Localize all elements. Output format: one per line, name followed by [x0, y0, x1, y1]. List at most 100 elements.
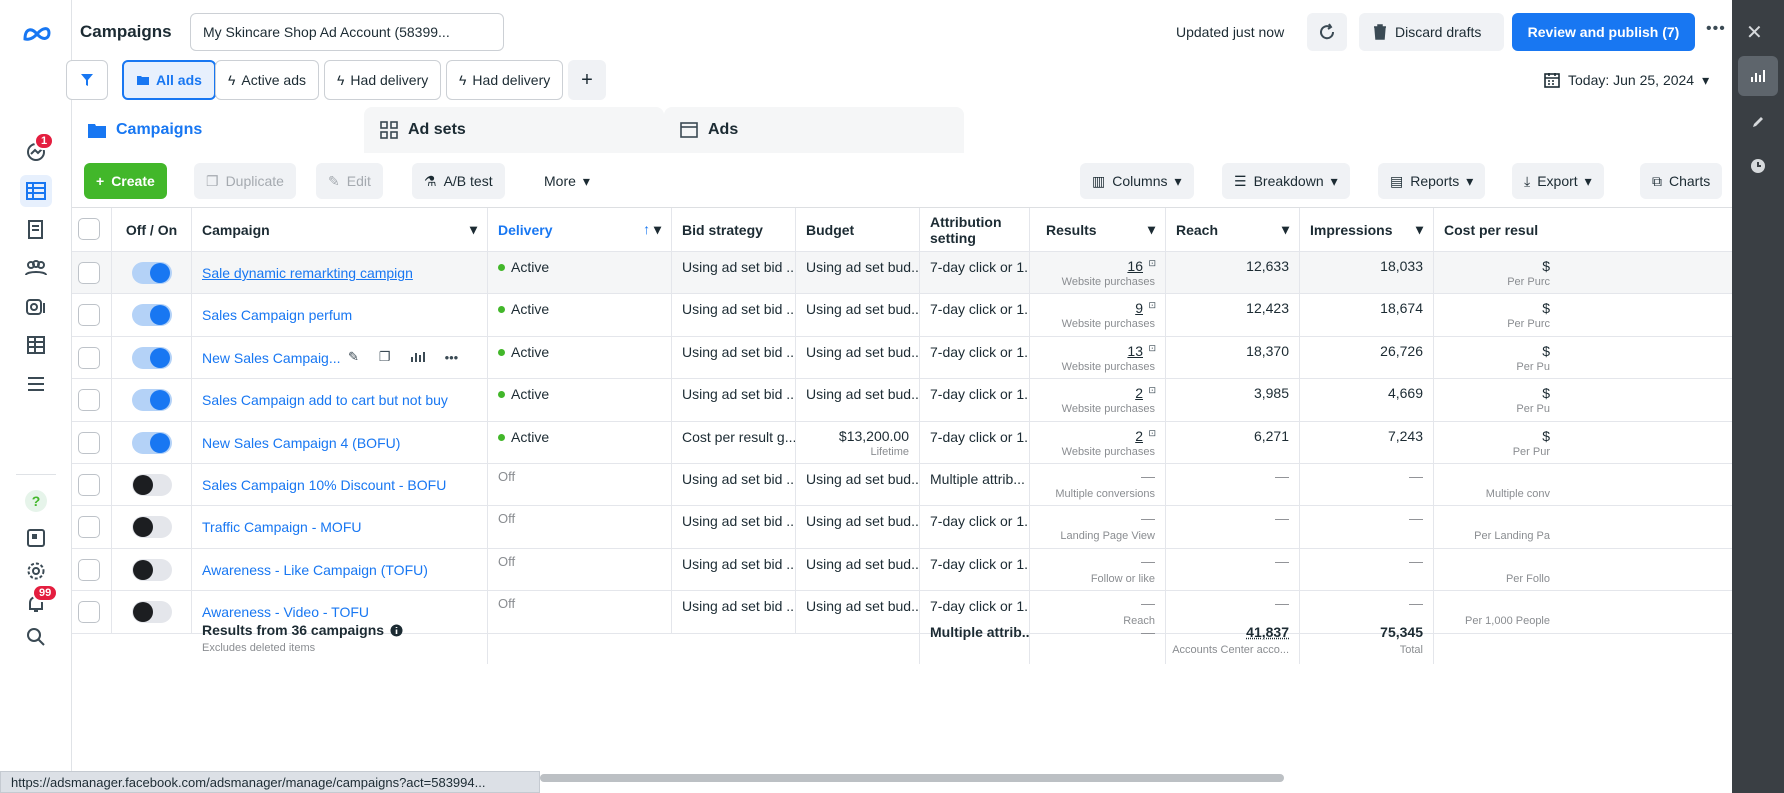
campaign-on-off-toggle[interactable] [132, 389, 172, 411]
all-ads-chip[interactable]: All ads [122, 60, 216, 100]
charts-panel-icon[interactable] [1738, 56, 1778, 96]
row-checkbox[interactable] [78, 304, 100, 326]
filter-button[interactable] [66, 60, 108, 100]
date-range-picker[interactable]: Today: Jun 25, 2024 ▾ [1544, 60, 1709, 100]
view-charts-icon[interactable] [410, 351, 425, 363]
table-row[interactable]: Traffic Campaign - MOFU Off Using ad set… [72, 506, 1732, 549]
history-clock-icon[interactable] [1738, 146, 1778, 186]
col-results[interactable]: Results ▾ [1030, 208, 1166, 251]
campaign-on-off-toggle[interactable] [132, 516, 172, 538]
active-ads-chip[interactable]: ϟ Active ads [215, 60, 320, 100]
info-icon[interactable] [390, 624, 403, 637]
campaigns-table-icon[interactable] [20, 175, 52, 207]
duplicate-button[interactable]: ❐ Duplicate [194, 163, 296, 199]
attribution-info-icon[interactable]: ⊡ [1148, 343, 1156, 354]
table-row[interactable]: Awareness - Like Campaign (TOFU) Off Usi… [72, 549, 1732, 591]
more-options-icon[interactable]: ••• [1706, 20, 1726, 38]
delivery-status: Off [498, 469, 516, 484]
table-row[interactable]: New Sales Campaign 4 (BOFU) Active Cost … [72, 422, 1732, 464]
horizontal-scrollbar[interactable] [540, 774, 1284, 782]
campaign-name-link[interactable]: Sales Campaign perfum [202, 307, 352, 323]
campaign-name-link[interactable]: New Sales Campaig... [202, 350, 341, 366]
campaign-on-off-toggle[interactable] [132, 304, 172, 326]
attribution-info-icon[interactable]: ⊡ [1148, 428, 1156, 439]
row-checkbox[interactable] [78, 262, 100, 284]
columns-button[interactable]: ▥ Columns ▾ [1080, 163, 1194, 199]
campaign-name-link[interactable]: Traffic Campaign - MOFU [202, 519, 361, 535]
tab-campaigns[interactable]: Campaigns [72, 107, 402, 153]
breakdown-button[interactable]: ☰ Breakdown ▾ [1222, 163, 1350, 199]
col-attribution[interactable]: Attribution setting [920, 208, 1030, 251]
attribution-info-icon[interactable]: ⊡ [1148, 300, 1156, 311]
meta-logo-icon[interactable] [20, 18, 54, 50]
attribution-info-icon[interactable]: ⊡ [1148, 385, 1156, 396]
search-icon[interactable] [20, 621, 52, 653]
campaign-on-off-toggle[interactable] [132, 432, 172, 454]
col-budget[interactable]: Budget [796, 208, 920, 251]
edit-pencil-icon[interactable] [1738, 102, 1778, 142]
account-overview-icon[interactable]: 1 [20, 132, 55, 168]
campaign-name-link[interactable]: Sales Campaign add to cart but not buy [202, 392, 448, 408]
campaign-on-off-toggle[interactable] [132, 262, 172, 284]
col-off-on[interactable]: Off / On [112, 208, 192, 251]
campaign-on-off-toggle[interactable] [132, 347, 172, 369]
table-row[interactable]: New Sales Campaig... ✎ ❐ ••• Active Usin… [72, 337, 1732, 379]
export-button[interactable]: ⤓ Export ▾ [1512, 163, 1604, 199]
table-row[interactable]: Sales Campaign add to cart but not buy A… [72, 379, 1732, 422]
review-publish-button[interactable]: Review and publish (7) [1512, 13, 1695, 51]
campaign-on-off-toggle[interactable] [132, 474, 172, 496]
edit-button[interactable]: ✎ Edit [316, 163, 383, 199]
campaign-name-link[interactable]: Sale dynamic remarkting campign [202, 265, 413, 281]
col-campaign[interactable]: Campaign ▾ [192, 208, 488, 251]
reports-button[interactable]: ▤ Reports ▾ [1378, 163, 1486, 199]
row-checkbox[interactable] [78, 474, 100, 496]
campaign-name-link[interactable]: New Sales Campaign 4 (BOFU) [202, 435, 400, 451]
results-sub: Landing Page View [1060, 530, 1155, 542]
notifications-bell-icon[interactable]: 99 [20, 584, 59, 620]
row-checkbox[interactable] [78, 347, 100, 369]
row-checkbox[interactable] [78, 516, 100, 538]
create-button[interactable]: + Create [84, 163, 167, 199]
row-checkbox[interactable] [78, 559, 100, 581]
table-row[interactable]: Sale dynamic remarkting campign Active U… [72, 252, 1732, 294]
attribution-info-icon[interactable]: ⊡ [1148, 258, 1156, 269]
had-delivery-chip-2[interactable]: ϟ Had delivery [446, 60, 564, 100]
col-reach[interactable]: Reach ▾ [1166, 208, 1300, 251]
had-delivery-chip-1[interactable]: ϟ Had delivery [324, 60, 442, 100]
duplicate-icon[interactable]: ❐ [379, 349, 391, 365]
business-suite-icon[interactable] [20, 522, 52, 554]
col-impressions[interactable]: Impressions ▾ [1300, 208, 1434, 251]
close-icon[interactable]: ✕ [1746, 20, 1763, 45]
campaign-on-off-toggle[interactable] [132, 559, 172, 581]
col-delivery[interactable]: Delivery ↑ ▾ [488, 208, 672, 251]
tab-ads[interactable]: Ads [664, 107, 964, 153]
tab-adsets[interactable]: Ad sets [364, 107, 664, 153]
row-checkbox[interactable] [78, 389, 100, 411]
row-checkbox[interactable] [78, 432, 100, 454]
campaign-name-link[interactable]: Awareness - Like Campaign (TOFU) [202, 562, 428, 578]
results-value: 16 [1127, 258, 1143, 274]
catalog-icon[interactable] [20, 329, 52, 361]
add-filter-button[interactable]: + [568, 60, 606, 100]
edit-pencil-icon[interactable]: ✎ [348, 349, 359, 365]
row-select-cell [72, 252, 112, 293]
table-row[interactable]: Sales Campaign perfum Active Using ad se… [72, 294, 1732, 337]
refresh-button[interactable] [1307, 13, 1347, 51]
more-options-icon[interactable]: ••• [445, 350, 459, 365]
pages-icon[interactable] [20, 214, 52, 246]
select-all-checkbox[interactable] [78, 218, 100, 240]
ab-test-button[interactable]: ⚗ A/B test [412, 163, 505, 199]
table-row[interactable]: Sales Campaign 10% Discount - BOFU Off U… [72, 464, 1732, 506]
more-button[interactable]: More ▾ [532, 163, 602, 199]
settings-gear-icon[interactable] [20, 555, 52, 587]
col-cost-per-result[interactable]: Cost per resul [1434, 208, 1554, 251]
media-library-icon[interactable] [20, 291, 52, 323]
account-selector[interactable]: My Skincare Shop Ad Account (58399... [190, 13, 504, 51]
campaign-name-link[interactable]: Sales Campaign 10% Discount - BOFU [202, 477, 446, 493]
audiences-icon[interactable] [20, 252, 52, 284]
discard-drafts-button[interactable]: Discard drafts [1359, 13, 1504, 51]
charts-button[interactable]: ⧉ Charts [1640, 163, 1723, 199]
help-icon[interactable]: ? [20, 485, 52, 517]
col-bid-strategy[interactable]: Bid strategy [672, 208, 796, 251]
all-tools-menu-icon[interactable] [20, 368, 52, 400]
